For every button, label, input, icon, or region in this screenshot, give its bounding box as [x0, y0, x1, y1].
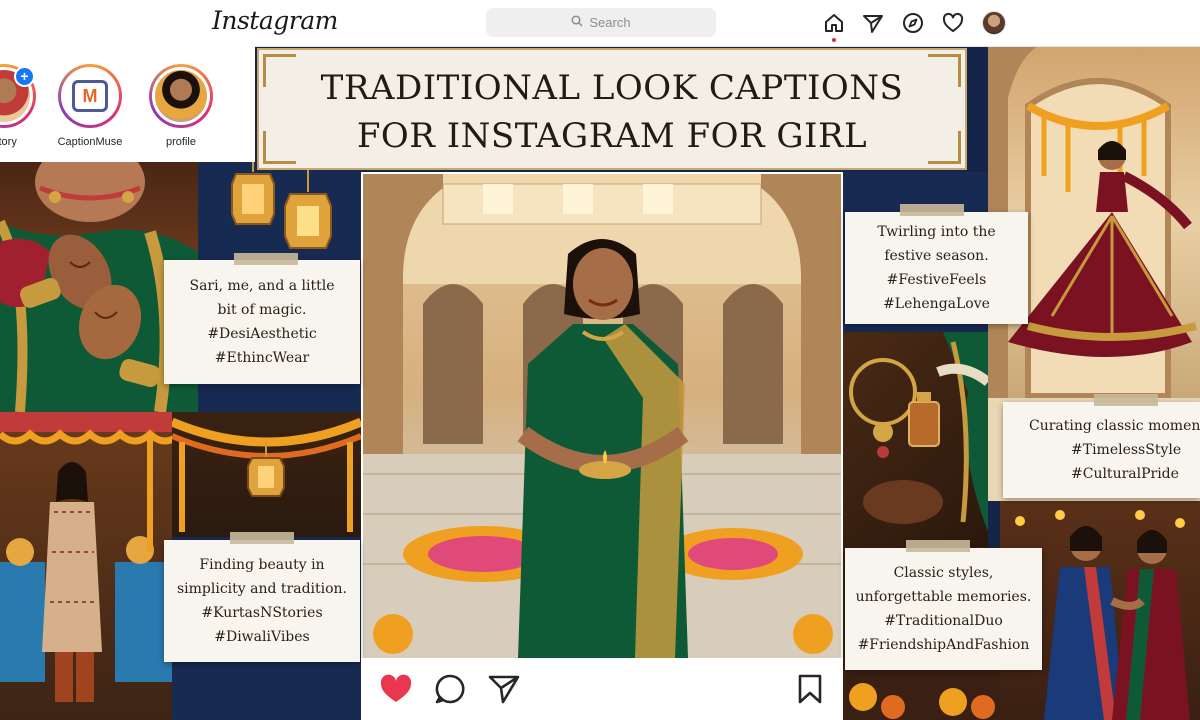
search-input[interactable]: Search: [486, 8, 716, 37]
caption-hashtag: #TimelessStyle: [1071, 442, 1182, 458]
title-line-2: FOR INSTAGRAM FOR GIRL: [356, 116, 868, 156]
caption-line: Twirling into the: [877, 224, 996, 240]
caption-hashtag: #TraditionalDuo: [884, 613, 1003, 629]
story-label: profile: [166, 136, 196, 148]
save-icon[interactable]: [797, 673, 823, 705]
instagram-logo[interactable]: Instagram: [212, 6, 338, 35]
caption-hashtag: #KurtasNStories: [201, 605, 323, 621]
like-icon[interactable]: [379, 674, 413, 704]
ornament-corner: [928, 54, 961, 87]
story-label: Story: [0, 136, 17, 148]
story-profile[interactable]: profile: [145, 64, 217, 148]
tape-strip: [1094, 394, 1158, 406]
caption-line: Finding beauty in: [199, 557, 325, 573]
ornament-corner: [928, 131, 961, 164]
comment-icon[interactable]: [434, 673, 466, 705]
send-icon[interactable]: [862, 12, 884, 34]
caption-hashtag: #DiwaliVibes: [214, 629, 310, 645]
kurta-illustration: [0, 412, 172, 702]
courtyard-illustration: [363, 174, 841, 658]
diwali-illustration: [172, 417, 361, 532]
photo-diwali-lantern: [172, 412, 361, 537]
ornament-corner: [263, 131, 296, 164]
caption-line: Curating classic momen: [1029, 418, 1200, 434]
caption-hashtag: #CulturalPride: [1071, 466, 1179, 482]
ornament-corner: [263, 54, 296, 87]
caption-card-timeless: Curating classic momen #TimelessStyle #C…: [1003, 402, 1200, 498]
tape-strip: [906, 540, 970, 552]
search-icon: [571, 15, 583, 30]
captionmuse-logo: M: [61, 67, 119, 125]
active-indicator-dot: [832, 38, 836, 42]
profile-avatar[interactable]: [982, 11, 1006, 35]
caption-card-lehenga: Twirling into the festive season. #Festi…: [845, 212, 1028, 324]
jewelry-illustration: [849, 332, 988, 532]
caption-hashtag: #DesiAesthetic: [207, 326, 317, 342]
share-icon[interactable]: [488, 674, 520, 704]
caption-line: simplicity and tradition.: [176, 581, 348, 597]
caption-line: unforgettable memories.: [855, 589, 1032, 605]
speech-bubble-icon: M: [72, 80, 108, 112]
caption-line: bit of magic.: [217, 302, 307, 318]
caption-card-sari: Sari, me, and a little bit of magic. #De…: [164, 260, 360, 384]
caption-hashtag: #EthincWear: [214, 350, 310, 366]
caption-card-kurta: Finding beauty in simplicity and traditi…: [164, 540, 360, 662]
caption-line: Classic styles,: [893, 565, 994, 581]
search-placeholder: Search: [589, 15, 631, 30]
home-icon[interactable]: [823, 12, 845, 34]
add-story-icon[interactable]: +: [14, 66, 35, 87]
story-captionmuse[interactable]: M CaptionMuse: [54, 64, 126, 148]
tape-strip: [900, 204, 964, 216]
caption-line: festive season.: [884, 248, 989, 264]
explore-icon[interactable]: [902, 12, 924, 34]
tape-strip: [230, 532, 294, 544]
photo-kurta-market: [0, 412, 172, 720]
post-image-green-saree[interactable]: [363, 174, 841, 658]
caption-hashtag: #FestiveFeels: [886, 272, 987, 288]
title-line-1: TRADITIONAL LOOK CAPTIONS: [320, 68, 904, 108]
caption-line: Sari, me, and a little: [189, 278, 335, 294]
caption-card-duo: Classic styles, unforgettable memories. …: [845, 548, 1042, 670]
photo-jewelry-flatlay: [843, 332, 988, 547]
story-avatar: [152, 67, 210, 125]
story-label: CaptionMuse: [57, 136, 123, 148]
caption-hashtag: #LehengaLove: [883, 296, 990, 312]
title-banner: TRADITIONAL LOOK CAPTIONS FOR INSTAGRAM …: [257, 48, 967, 170]
heart-icon[interactable]: [942, 12, 964, 34]
caption-hashtag: #FriendshipAndFashion: [857, 637, 1030, 653]
tape-strip: [234, 253, 298, 265]
